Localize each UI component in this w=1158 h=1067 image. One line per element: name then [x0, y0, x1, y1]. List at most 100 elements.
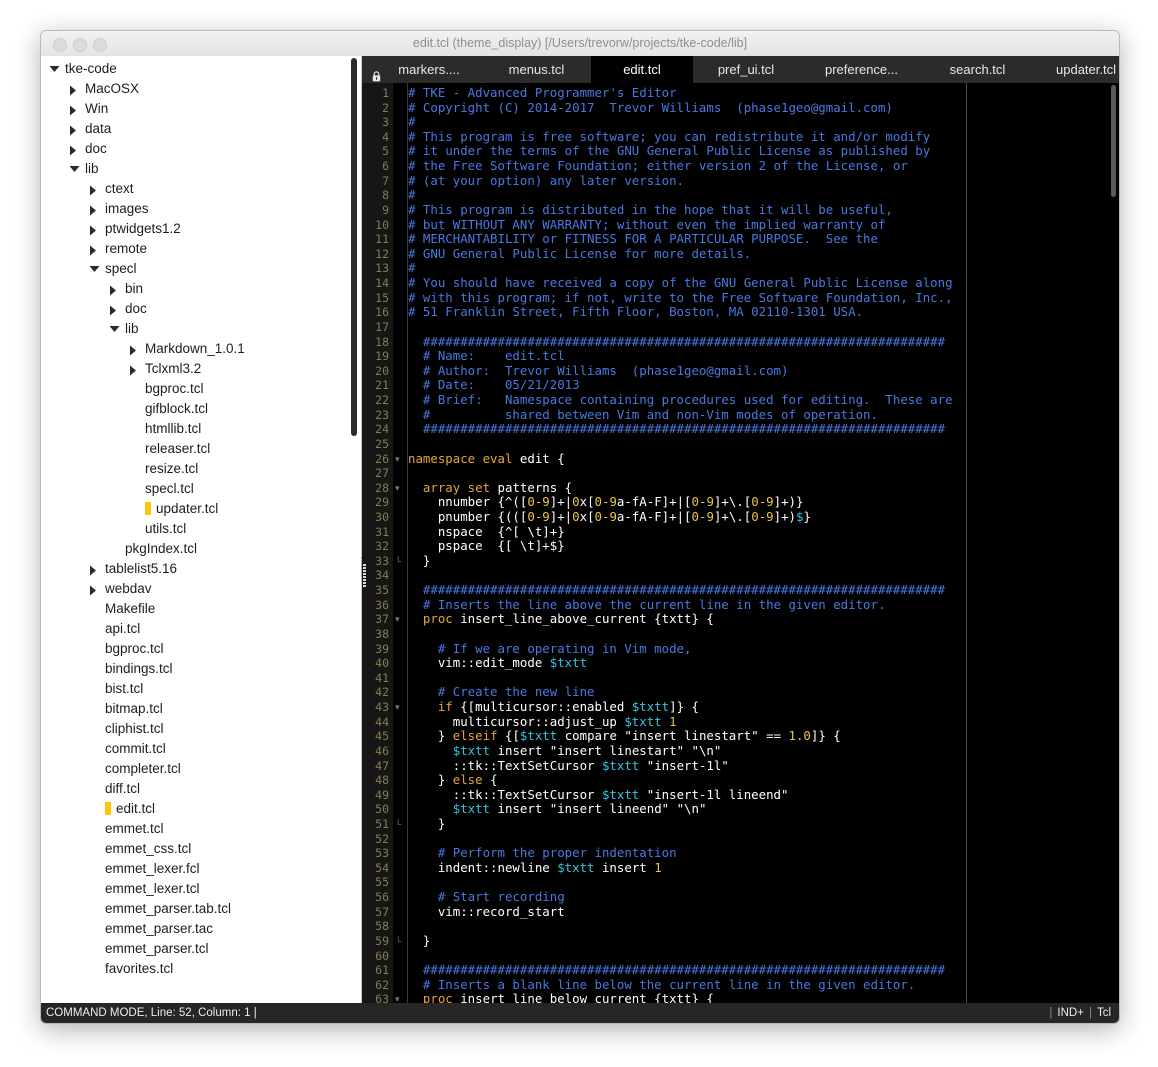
- chevron-right-icon[interactable]: [109, 299, 119, 319]
- chevron-right-icon[interactable]: [89, 179, 99, 199]
- tree-folder-row[interactable]: webdav: [41, 579, 362, 599]
- code-token: $txtt: [519, 728, 558, 744]
- tree-file-row[interactable]: cliphist.tcl: [41, 719, 362, 739]
- code-token: ]} {: [669, 699, 699, 715]
- line-number: 51: [375, 817, 389, 831]
- chevron-right-icon[interactable]: [89, 199, 99, 219]
- tree-folder-row[interactable]: tke-code: [41, 59, 362, 79]
- chevron-right-icon[interactable]: [129, 359, 139, 379]
- tree-file-row[interactable]: bgproc.tcl: [41, 639, 362, 659]
- editor-tab[interactable]: markers....: [362, 56, 482, 83]
- tree-file-row[interactable]: emmet_lexer.tcl: [41, 879, 362, 899]
- code-token: 0-9: [751, 494, 774, 510]
- tree-file-row[interactable]: utils.tcl: [41, 519, 362, 539]
- tree-file-row[interactable]: emmet.tcl: [41, 819, 362, 839]
- editor-tab[interactable]: edit.tcl: [591, 56, 693, 83]
- chevron-right-icon[interactable]: [89, 219, 99, 239]
- tree-folder-row[interactable]: MacOSX: [41, 79, 362, 99]
- tree-file-row[interactable]: resize.tcl: [41, 459, 362, 479]
- code-line: nnumber {^([0-9]+|0x[0-9a-fA-F]+|[0-9]+\…: [408, 494, 804, 510]
- tree-file-row[interactable]: bitmap.tcl: [41, 699, 362, 719]
- chevron-right-icon[interactable]: [89, 559, 99, 579]
- tree-folder-row[interactable]: Markdown_1.0.1: [41, 339, 362, 359]
- editor-tab[interactable]: preference...: [799, 56, 924, 83]
- code-line: ########################################…: [408, 421, 945, 437]
- tree-file-row[interactable]: specl.tcl: [41, 479, 362, 499]
- tree-file-row[interactable]: emmet_css.tcl: [41, 839, 362, 859]
- chevron-down-icon[interactable]: [49, 59, 60, 79]
- editor-scrollbar[interactable]: [1111, 85, 1116, 197]
- tree-folder-row[interactable]: lib: [41, 319, 362, 339]
- tree-file-row[interactable]: bgproc.tcl: [41, 379, 362, 399]
- tree-file-row[interactable]: pkgIndex.tcl: [41, 539, 362, 559]
- editor-tab[interactable]: updater.tcl: [1031, 56, 1119, 83]
- tree-folder-row[interactable]: Win: [41, 99, 362, 119]
- status-indent-mode[interactable]: IND+: [1057, 1007, 1084, 1019]
- tree-folder-row[interactable]: Tclxml3.2: [41, 359, 362, 379]
- editor-tab-label: markers....: [398, 62, 460, 77]
- chevron-right-icon[interactable]: [89, 239, 99, 259]
- tree-folder-row[interactable]: specl: [41, 259, 362, 279]
- fold-open-icon[interactable]: ▾: [395, 452, 400, 467]
- fold-end-icon[interactable]: └: [395, 934, 401, 949]
- gutter-resize-handle[interactable]: [362, 563, 367, 593]
- tree-file-row[interactable]: Makefile: [41, 599, 362, 619]
- chevron-right-icon[interactable]: [109, 279, 119, 299]
- tree-file-row[interactable]: emmet_parser.tab.tcl: [41, 899, 362, 919]
- tree-file-row[interactable]: emmet_parser.tac: [41, 919, 362, 939]
- code-text[interactable]: # TKE - Advanced Programmer's Editor # Co…: [408, 83, 1119, 1003]
- tree-folder-row[interactable]: ptwidgets1.2: [41, 219, 362, 239]
- line-number: 55: [375, 875, 389, 890]
- tree-file-row[interactable]: diff.tcl: [41, 779, 362, 799]
- code-token: $txtt: [549, 655, 588, 671]
- fold-open-icon[interactable]: ▾: [395, 992, 400, 1003]
- fold-end-icon[interactable]: └: [395, 554, 401, 569]
- tree-file-row[interactable]: api.tcl: [41, 619, 362, 639]
- fold-open-icon[interactable]: ▾: [395, 612, 400, 627]
- tree-file-row[interactable]: gifblock.tcl: [41, 399, 362, 419]
- chevron-right-icon[interactable]: [89, 579, 99, 599]
- chevron-right-icon[interactable]: [129, 339, 139, 359]
- tree-file-row[interactable]: edit.tcl: [41, 799, 362, 819]
- tree-file-row[interactable]: favorites.tcl: [41, 959, 362, 979]
- fold-gutter[interactable]: ▾ ▾ └ ▾ ▾ └ └ ▾: [393, 83, 407, 1003]
- chevron-right-icon[interactable]: [69, 99, 79, 119]
- code-area[interactable]: 1 2 3 4 5 6 7 8 9 10 11 12 13 14 15 16 17 18 19 20 21 22 23 24 2…: [362, 83, 1119, 1003]
- tree-folder-row[interactable]: doc: [41, 299, 362, 319]
- tree-folder-row[interactable]: doc: [41, 139, 362, 159]
- file-tree-sidebar[interactable]: tke-code MacOSX Win data doc lib ctext images pt…: [41, 56, 362, 1003]
- tree-folder-row[interactable]: lib: [41, 159, 362, 179]
- tree-folder-row[interactable]: images: [41, 199, 362, 219]
- chevron-down-icon[interactable]: [69, 159, 80, 179]
- chevron-down-icon[interactable]: [89, 259, 100, 279]
- chevron-right-icon[interactable]: [69, 79, 79, 99]
- fold-open-icon[interactable]: ▾: [395, 700, 400, 715]
- sidebar-scrollbar[interactable]: [351, 58, 357, 436]
- tree-file-row[interactable]: bindings.tcl: [41, 659, 362, 679]
- status-language[interactable]: Tcl: [1097, 1007, 1111, 1019]
- tree-file-row[interactable]: commit.tcl: [41, 739, 362, 759]
- tree-folder-row[interactable]: bin: [41, 279, 362, 299]
- tree-file-row[interactable]: completer.tcl: [41, 759, 362, 779]
- tree-file-row[interactable]: releaser.tcl: [41, 439, 362, 459]
- chevron-down-icon[interactable]: [109, 319, 120, 339]
- chevron-right-icon[interactable]: [69, 119, 79, 139]
- editor-tab[interactable]: search.tcl: [924, 56, 1031, 83]
- tree-file-row[interactable]: updater.tcl: [41, 499, 362, 519]
- tree-file-row[interactable]: emmet_parser.tcl: [41, 939, 362, 959]
- fold-end-icon[interactable]: └: [395, 817, 401, 832]
- tree-folder-row[interactable]: ctext: [41, 179, 362, 199]
- fold-open-icon[interactable]: ▾: [395, 481, 400, 496]
- tree-file-row[interactable]: htmllib.tcl: [41, 419, 362, 439]
- editor-tab[interactable]: pref_ui.tcl: [693, 56, 799, 83]
- tree-file-row[interactable]: emmet_lexer.fcl: [41, 859, 362, 879]
- tree-folder-row[interactable]: tablelist5.16: [41, 559, 362, 579]
- code-token: ]+|: [549, 508, 573, 524]
- line-number: 15: [375, 290, 389, 305]
- tree-file-row[interactable]: bist.tcl: [41, 679, 362, 699]
- tree-folder-row[interactable]: data: [41, 119, 362, 139]
- chevron-right-icon[interactable]: [69, 139, 79, 159]
- editor-tab[interactable]: menus.tcl: [482, 56, 591, 83]
- tree-folder-row[interactable]: remote: [41, 239, 362, 259]
